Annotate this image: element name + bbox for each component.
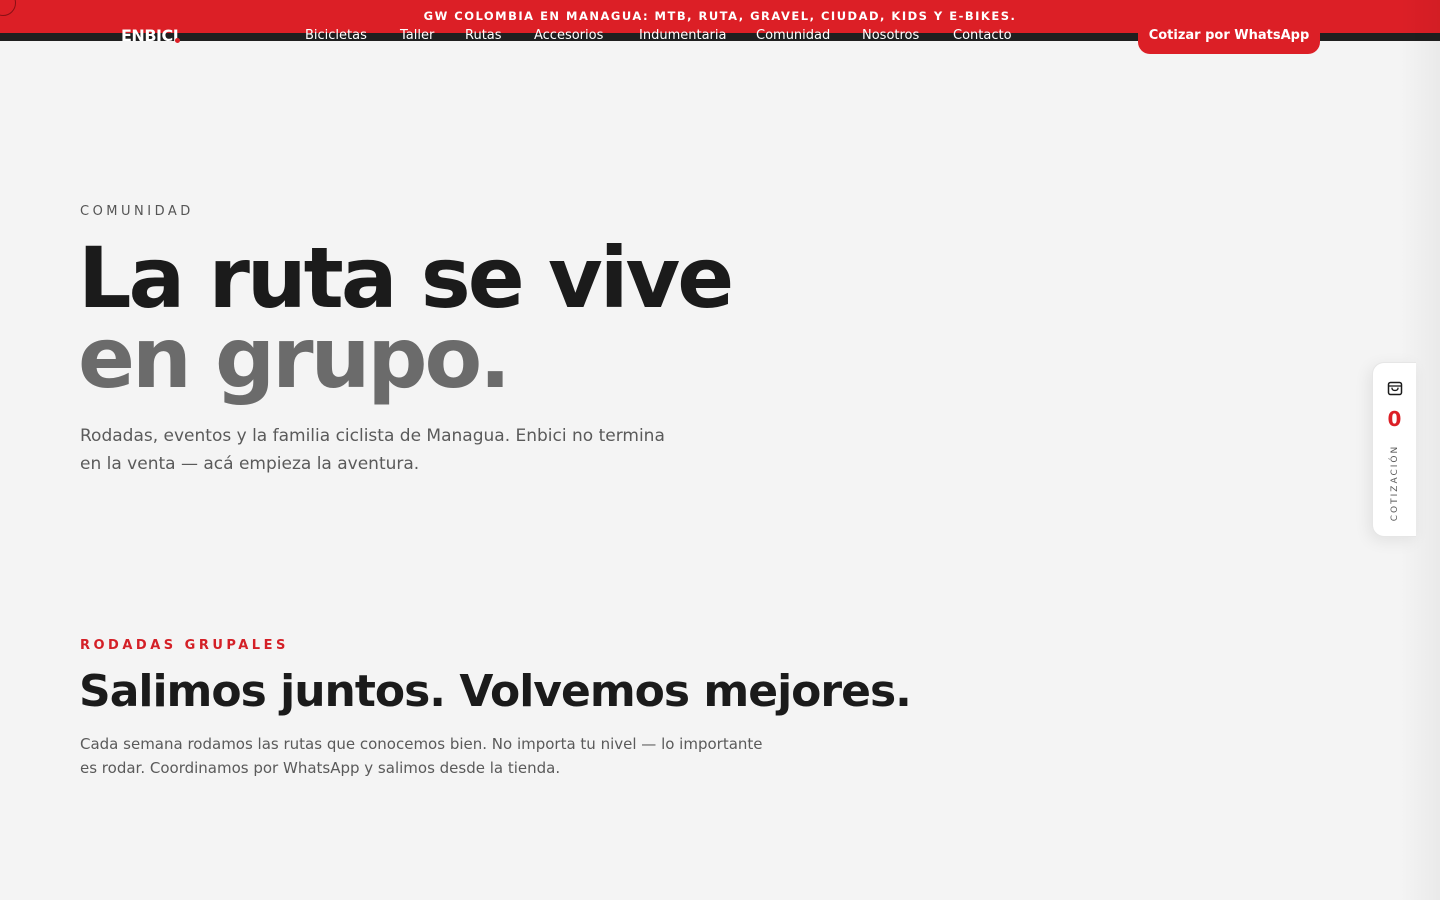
nav-item-accesorios[interactable]: Accesorios (534, 27, 603, 44)
section-description-line2: es rodar. Coordinamos por WhatsApp y sal… (80, 759, 561, 777)
logo[interactable]: ENBICI (121, 27, 179, 45)
nav-item-nosotros[interactable]: Nosotros (862, 27, 919, 44)
nav-item-rutas[interactable]: Rutas (465, 27, 502, 44)
quote-label: COTIZACIÓN (1390, 444, 1400, 522)
quote-cart-widget[interactable]: 0 COTIZACIÓN (1372, 362, 1416, 537)
section-description: Cada semana rodamos las rutas que conoce… (80, 732, 780, 780)
quote-label-container: COTIZACIÓN (1383, 443, 1407, 523)
hero-description: Rodadas, eventos y la familia ciclista d… (80, 422, 680, 478)
hero-description-line1: Rodadas, eventos y la familia ciclista d… (80, 426, 665, 446)
quote-count: 0 (1387, 407, 1402, 431)
nav-item-contacto[interactable]: Contacto (953, 27, 1012, 44)
logo-dot-icon (175, 38, 180, 43)
nav-item-comunidad[interactable]: Comunidad (756, 27, 830, 44)
section-title: Salimos juntos. Volvemos mejores. (79, 666, 912, 717)
nav-item-taller[interactable]: Taller (400, 27, 434, 44)
hero-eyebrow: COMUNIDAD (80, 204, 194, 219)
shopping-bag-icon (1387, 381, 1403, 396)
section-eyebrow: RODADAS GRUPALES (80, 638, 289, 653)
section-description-line1: Cada semana rodamos las rutas que conoce… (80, 735, 763, 753)
hero-description-line2: en la venta — acá empieza la aventura. (80, 454, 420, 474)
whatsapp-quote-button[interactable]: Cotizar por WhatsApp (1138, 17, 1320, 54)
nav-item-bicicletas[interactable]: Bicicletas (305, 27, 367, 44)
hero-title-line2: en grupo. (78, 309, 511, 407)
nav-item-indumentaria[interactable]: Indumentaria (639, 27, 726, 44)
